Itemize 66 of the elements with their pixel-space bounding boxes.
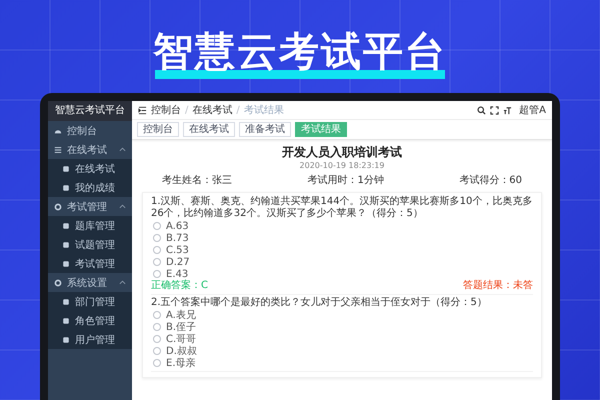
menu-item-icon bbox=[62, 298, 70, 306]
option-label: B.73 bbox=[166, 232, 189, 244]
search-icon[interactable] bbox=[477, 106, 486, 114]
menu-item-icon bbox=[62, 260, 70, 268]
radio-button[interactable] bbox=[153, 270, 161, 278]
menu-item-icon bbox=[62, 222, 70, 230]
option-label: D.27 bbox=[166, 256, 190, 268]
font-size-icon[interactable] bbox=[503, 106, 512, 114]
question-text: 1.汉斯、赛斯、奥克、约翰道共买苹果144个。汉斯买的苹果比赛斯多10个，比奥克多26个，比约翰道多32个。汉斯买了多少个苹果？（得分：5） bbox=[151, 196, 533, 220]
exam-title: 开发人员入职培训考试 bbox=[281, 144, 403, 160]
menu-item-icon bbox=[62, 336, 70, 344]
sidebar-item[interactable]: 系统设置 bbox=[48, 273, 132, 292]
sidebar-subitem[interactable]: 角色管理 bbox=[48, 311, 132, 330]
sidebar-item[interactable]: 在线考试 bbox=[48, 140, 132, 159]
sidebar-subitem[interactable]: 试题管理 bbox=[48, 235, 132, 254]
radio-button[interactable] bbox=[153, 311, 161, 319]
menu-item-icon bbox=[62, 316, 70, 324]
gear-icon bbox=[54, 278, 62, 286]
gear-icon bbox=[54, 202, 62, 210]
sidebar-subitem[interactable]: 考试管理 bbox=[48, 254, 132, 273]
sidebar-subitem[interactable]: 部门管理 bbox=[48, 292, 132, 311]
radio-button[interactable] bbox=[153, 246, 161, 254]
menu-item-icon bbox=[62, 240, 70, 248]
option-label: E.母亲 bbox=[166, 356, 196, 370]
option-label: D.叔叔 bbox=[166, 344, 197, 358]
option-label: C.53 bbox=[166, 244, 189, 256]
radio-button[interactable] bbox=[153, 234, 161, 242]
exam-info: 考试得分：60 bbox=[459, 174, 522, 188]
radio-button[interactable] bbox=[153, 347, 161, 355]
breadcrumb-item[interactable]: 控制台 bbox=[151, 103, 181, 117]
option-label: A.表兄 bbox=[166, 308, 196, 322]
user-name[interactable]: 超管A bbox=[519, 103, 546, 117]
exam-info: 考生姓名：张三 bbox=[162, 174, 232, 188]
question-text: 2.五个答案中哪个是最好的类比？女儿对于父亲相当于侄女对于（得分：5） bbox=[151, 297, 488, 309]
radio-button[interactable] bbox=[153, 258, 161, 266]
tab[interactable]: 准备考试 bbox=[239, 122, 291, 137]
menu-item-icon bbox=[62, 164, 70, 172]
sidebar-subitem[interactable]: 在线考试 bbox=[48, 159, 132, 178]
fullscreen-icon[interactable] bbox=[490, 106, 500, 114]
sidebar-title: 智慧云考试平台 bbox=[48, 101, 132, 121]
option-label: E.43 bbox=[166, 268, 188, 280]
radio-button[interactable] bbox=[153, 222, 161, 230]
exam-info: 考试用时：1分钟 bbox=[307, 174, 384, 188]
sidebar-item[interactable]: 控制台 bbox=[48, 121, 132, 140]
breadcrumb-separator: / bbox=[185, 104, 188, 116]
sidebar-subitem[interactable]: 题库管理 bbox=[48, 216, 132, 235]
option-label: C.哥哥 bbox=[166, 333, 196, 346]
radio-button[interactable] bbox=[153, 323, 161, 331]
tab[interactable]: 在线考试 bbox=[183, 122, 235, 137]
radio-button[interactable] bbox=[153, 359, 161, 367]
answer-result: 答题结果：未答 bbox=[463, 280, 533, 292]
exam-date: 2020-10-19 18:23:19 bbox=[298, 160, 386, 172]
sidebar-subitem[interactable]: 我的成绩 bbox=[48, 178, 132, 197]
sidebar-item[interactable]: 考试管理 bbox=[48, 197, 132, 216]
radio-button[interactable] bbox=[153, 335, 161, 343]
breadcrumb-item: 考试结果 bbox=[244, 104, 284, 117]
menu-fold-icon[interactable] bbox=[138, 106, 147, 114]
menu-item-icon bbox=[62, 184, 70, 192]
list-icon bbox=[54, 146, 62, 154]
option-label: B.侄子 bbox=[166, 321, 196, 334]
breadcrumb-separator: / bbox=[236, 104, 240, 116]
sidebar-subitem[interactable]: 用户管理 bbox=[48, 330, 132, 349]
option-label: A.63 bbox=[166, 220, 189, 232]
breadcrumb-item[interactable]: 在线考试 bbox=[192, 103, 232, 117]
correct-answer: 正确答案：C bbox=[151, 280, 208, 292]
tab[interactable]: 控制台 bbox=[137, 122, 179, 137]
